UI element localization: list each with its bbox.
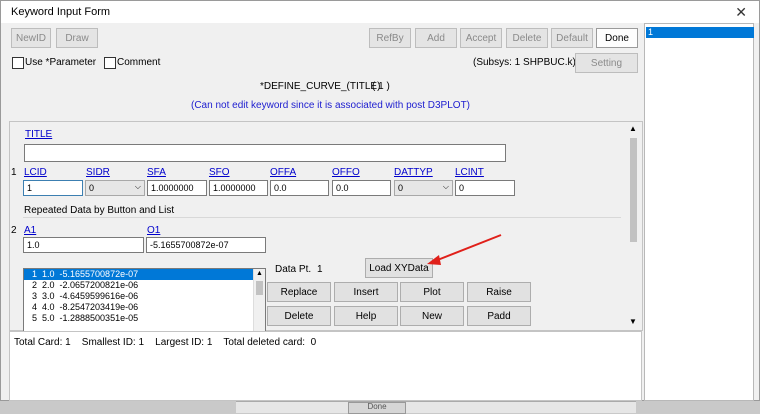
lcid-input[interactable]: 1: [23, 180, 83, 196]
a1-label[interactable]: A1: [24, 225, 36, 236]
keyword-header: *DEFINE_CURVE_(TITLE): [260, 81, 381, 92]
dattyp-value: 0: [398, 183, 404, 193]
comment-label: Comment: [117, 57, 161, 68]
sidr-label[interactable]: SIDR: [86, 167, 110, 178]
dattyp-label[interactable]: DATTYP: [394, 167, 433, 178]
xy-data-list[interactable]: 1 1.0 -5.1655700872e-07 2 2.0 -2.0657200…: [23, 268, 266, 332]
done-button[interactable]: Done: [596, 28, 638, 48]
newid-button[interactable]: NewID: [11, 28, 51, 48]
sfa-label[interactable]: SFA: [147, 167, 166, 178]
scroll-down-icon[interactable]: ▼: [629, 317, 637, 326]
datapt-value: 1: [317, 264, 323, 275]
repeated-data-heading: Repeated Data by Button and List: [24, 205, 175, 216]
comment-checkbox[interactable]: [104, 57, 116, 69]
lcint-label[interactable]: LCINT: [455, 167, 484, 178]
use-parameter-label: Use *Parameter: [25, 57, 97, 68]
list-item[interactable]: 2 2.0 -2.0657200821e-06: [24, 280, 265, 291]
use-parameter-checkbox[interactable]: [12, 57, 24, 69]
background-done-button[interactable]: Done: [348, 402, 406, 414]
card2-number: 2: [11, 225, 17, 236]
plot-button[interactable]: Plot: [400, 282, 464, 302]
offa-input[interactable]: 0.0: [270, 180, 329, 196]
card1-number: 1: [11, 167, 17, 178]
sfo-input[interactable]: 1.0000000: [209, 180, 268, 196]
dattyp-select[interactable]: 0 ⌵: [394, 180, 453, 196]
offo-label[interactable]: OFFO: [332, 167, 360, 178]
chevron-down-icon: ⌵: [442, 182, 449, 191]
list-item[interactable]: 1 1.0 -5.1655700872e-07: [24, 269, 265, 280]
keyword-count: ( 1 ): [372, 81, 390, 92]
divider: [23, 217, 621, 218]
id-list-item[interactable]: 1: [646, 27, 754, 38]
close-icon[interactable]: ✕: [735, 4, 747, 21]
setting-button[interactable]: Setting: [575, 53, 638, 73]
subsys-label: (Subsys: 1 SHPBUC.k): [473, 57, 576, 68]
title-field-label[interactable]: TITLE: [25, 129, 52, 140]
add-button[interactable]: Add: [415, 28, 457, 48]
lcint-input[interactable]: 0: [455, 180, 515, 196]
new-button[interactable]: New: [400, 306, 464, 326]
raise-button[interactable]: Raise: [467, 282, 531, 302]
keyword-input-form-window: Keyword Input Form ✕ NewID Draw RefBy Ad…: [0, 0, 760, 401]
o1-input[interactable]: -5.1655700872e-07: [146, 237, 266, 253]
sidr-select[interactable]: 0 ⌵: [85, 180, 145, 196]
notice-text: (Can not edit keyword since it is associ…: [191, 100, 471, 111]
annotation-arrow-icon: [427, 234, 502, 265]
status-panel: Total Card: 1 Smallest ID: 1 Largest ID:…: [9, 331, 642, 401]
a1-input[interactable]: 1.0: [23, 237, 144, 253]
chevron-down-icon: ⌵: [134, 182, 141, 191]
title-input[interactable]: [24, 144, 506, 162]
replace-button[interactable]: Replace: [267, 282, 331, 302]
offo-input[interactable]: 0.0: [332, 180, 391, 196]
window-title: Keyword Input Form: [11, 6, 111, 18]
list-item[interactable]: 3 3.0 -4.6459599616e-06: [24, 291, 265, 302]
sfo-label[interactable]: SFO: [209, 167, 230, 178]
datapt-label: Data Pt.: [275, 264, 312, 275]
draw-button[interactable]: Draw: [56, 28, 98, 48]
card-editor-scrollbar[interactable]: ▲ ▼: [627, 122, 640, 329]
delete-row-button[interactable]: Delete: [267, 306, 331, 326]
help-button[interactable]: Help: [334, 306, 398, 326]
insert-button[interactable]: Insert: [334, 282, 398, 302]
title-bar[interactable]: Keyword Input Form ✕: [1, 1, 759, 23]
sidr-value: 0: [89, 183, 95, 193]
scroll-up-icon[interactable]: ▲: [256, 270, 263, 277]
lcid-label[interactable]: LCID: [24, 167, 47, 178]
delete-toolbar-button[interactable]: Delete: [506, 28, 548, 48]
padd-button[interactable]: Padd: [467, 306, 531, 326]
list-item[interactable]: 5 5.0 -1.2888500351e-05: [24, 313, 265, 324]
accept-button[interactable]: Accept: [460, 28, 502, 48]
id-list[interactable]: 1: [644, 23, 754, 401]
scroll-thumb[interactable]: [630, 138, 637, 242]
o1-label[interactable]: O1: [147, 225, 160, 236]
list-item[interactable]: 4 4.0 -8.2547203419e-06: [24, 302, 265, 313]
refby-button[interactable]: RefBy: [369, 28, 411, 48]
offa-label[interactable]: OFFA: [270, 167, 296, 178]
list-scrollbar[interactable]: ▲: [253, 269, 265, 331]
sfa-input[interactable]: 1.0000000: [147, 180, 207, 196]
default-button[interactable]: Default: [551, 28, 593, 48]
status-text: Total Card: 1 Smallest ID: 1 Largest ID:…: [14, 337, 317, 348]
background-window: [236, 401, 636, 413]
list-scroll-thumb[interactable]: [256, 281, 263, 295]
scroll-up-icon[interactable]: ▲: [629, 124, 637, 133]
